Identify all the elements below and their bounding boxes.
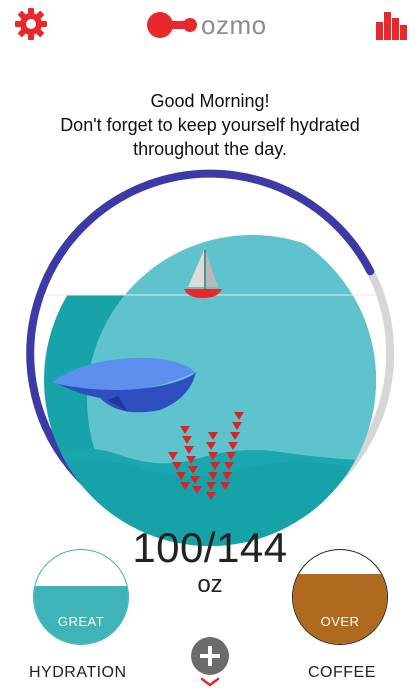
ozmo-logo: ozmo (146, 8, 267, 42)
sailboat-icon (184, 250, 222, 298)
gear-icon[interactable] (14, 7, 48, 41)
hydration-label: HYDRATION (29, 664, 127, 681)
top-bar: ozmo (0, 0, 420, 50)
progress-ring-track (284, 267, 395, 520)
chevron-down-icon[interactable] (199, 676, 221, 688)
logo-text: ozmo (201, 9, 267, 40)
logo-mark-icon (147, 12, 197, 38)
hydration-status: GREAT (57, 614, 105, 629)
coffee-gauge-fill (293, 574, 387, 644)
greeting-line: Don't forget to keep yourself hydrated (60, 115, 360, 135)
progress-ring-fill (26, 169, 375, 520)
coffee-label: COFFEE (308, 664, 376, 681)
seaweed-icon (168, 412, 244, 500)
coffee-gauge[interactable]: OVER (292, 549, 388, 645)
greeting-message: Good Morning! Don't forget to keep yours… (0, 89, 420, 161)
plus-icon[interactable] (191, 637, 229, 675)
hydration-gauge[interactable]: GREAT (33, 549, 129, 645)
greeting-line: throughout the day. (133, 139, 287, 159)
whale-icon (52, 357, 196, 413)
water-scene (44, 235, 376, 546)
bar-chart-icon[interactable] (374, 8, 408, 42)
greeting-title: Good Morning! (150, 91, 270, 111)
coffee-status: OVER (320, 614, 360, 629)
